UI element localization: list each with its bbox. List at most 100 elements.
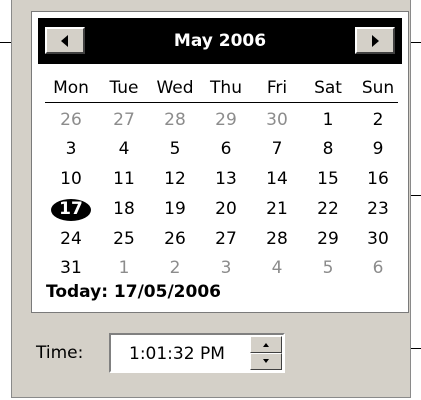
day-number: 7 [271,139,283,159]
weekday-thu: Thu [210,78,242,98]
spin-down-icon [263,359,269,363]
day-cell[interactable]: 29 [200,106,252,135]
day-number: 2 [169,258,181,278]
day-cell[interactable]: 23 [352,195,404,224]
day-cell[interactable]: 27 [98,106,150,135]
day-cell[interactable]: 6 [352,254,404,283]
day-cell[interactable]: 3 [200,254,252,283]
day-number: 22 [317,199,339,219]
day-cell[interactable]: 20 [200,195,252,224]
day-number: 16 [367,169,389,189]
day-number: 30 [266,110,288,130]
day-number: 11 [113,169,135,189]
day-cell[interactable]: 30 [251,106,303,135]
calendar-header: May 2006 [38,18,402,64]
day-cell[interactable]: 31 [45,254,97,283]
day-cell[interactable]: 27 [200,225,252,254]
day-number: 28 [164,110,186,130]
time-value[interactable]: 1:01:32 PM [129,344,225,364]
day-cell[interactable]: 26 [149,225,201,254]
day-number: 9 [372,139,384,159]
selected-day[interactable]: 17 [45,195,97,224]
day-cell[interactable]: 14 [251,165,303,194]
day-cell[interactable]: 11 [98,165,150,194]
day-number: 1 [322,110,334,130]
day-cell[interactable]: 18 [98,195,150,224]
spin-up-icon [263,343,269,347]
day-number: 5 [169,139,181,159]
spin-up-button[interactable] [250,336,282,353]
time-label: Time: [36,343,84,363]
day-cell[interactable]: 26 [45,106,97,135]
day-cell[interactable]: 30 [352,225,404,254]
day-number: 12 [164,169,186,189]
day-cell[interactable]: 2 [149,254,201,283]
day-cell[interactable]: 1 [302,106,354,135]
day-number: 23 [367,199,389,219]
day-number: 24 [60,229,82,249]
day-number: 21 [266,199,288,219]
day-cell[interactable]: 19 [149,195,201,224]
day-cell[interactable]: 15 [302,165,354,194]
time-input[interactable]: 1:01:32 PM [109,333,285,373]
weekday-sat: Sat [314,78,342,98]
day-cell[interactable]: 24 [45,225,97,254]
day-cell[interactable]: 5 [302,254,354,283]
day-number: 4 [118,139,130,159]
day-number: 17 [59,199,83,219]
day-cell[interactable]: 22 [302,195,354,224]
day-number: 6 [220,139,232,159]
day-cell[interactable]: 5 [149,135,201,164]
today-link[interactable]: Today: 17/05/2006 [46,282,221,302]
month-calendar: May 2006 Mon Tue Wed Thu Fri Sat Sun 26 27 28 29 3… [31,11,409,313]
weekday-divider [45,102,398,103]
day-number: 25 [113,229,135,249]
day-cell[interactable]: 9 [352,135,404,164]
weekday-mon: Mon [53,78,89,98]
day-number: 14 [266,169,288,189]
day-cell[interactable]: 12 [149,165,201,194]
arrow-right-icon [372,34,379,47]
day-number: 8 [322,139,334,159]
arrow-left-icon [61,34,68,47]
time-spinner[interactable] [250,336,282,370]
day-cell[interactable]: 2 [352,106,404,135]
next-month-button[interactable] [355,27,395,54]
day-cell[interactable]: 3 [45,135,97,164]
day-number: 29 [215,110,237,130]
weekday-fri: Fri [266,78,288,98]
day-cell[interactable]: 1 [98,254,150,283]
day-cell[interactable]: 8 [302,135,354,164]
day-number: 30 [367,229,389,249]
day-cell[interactable]: 29 [302,225,354,254]
day-number: 26 [164,229,186,249]
day-cell[interactable]: 4 [251,254,303,283]
day-cell[interactable]: 25 [98,225,150,254]
month-year-title[interactable]: May 2006 [118,18,322,64]
day-number: 10 [60,169,82,189]
day-cell[interactable]: 28 [251,225,303,254]
previous-month-button[interactable] [45,27,85,54]
day-number: 29 [317,229,339,249]
day-number: 2 [372,110,384,130]
day-cell[interactable]: 28 [149,106,201,135]
day-number: 26 [60,110,82,130]
day-cell[interactable]: 21 [251,195,303,224]
day-number: 5 [322,258,334,278]
weekday-sun: Sun [361,78,395,98]
day-number: 3 [65,139,77,159]
day-number: 13 [215,169,237,189]
spin-down-button[interactable] [250,353,282,370]
day-number: 18 [113,199,135,219]
day-number: 27 [215,229,237,249]
day-cell[interactable]: 7 [251,135,303,164]
day-number: 6 [372,258,384,278]
day-cell[interactable]: 16 [352,165,404,194]
day-number: 19 [164,199,186,219]
weekday-tue: Tue [109,78,139,98]
day-cell[interactable]: 13 [200,165,252,194]
day-cell[interactable]: 6 [200,135,252,164]
day-cell[interactable]: 4 [98,135,150,164]
day-number: 27 [113,110,135,130]
day-cell[interactable]: 10 [45,165,97,194]
